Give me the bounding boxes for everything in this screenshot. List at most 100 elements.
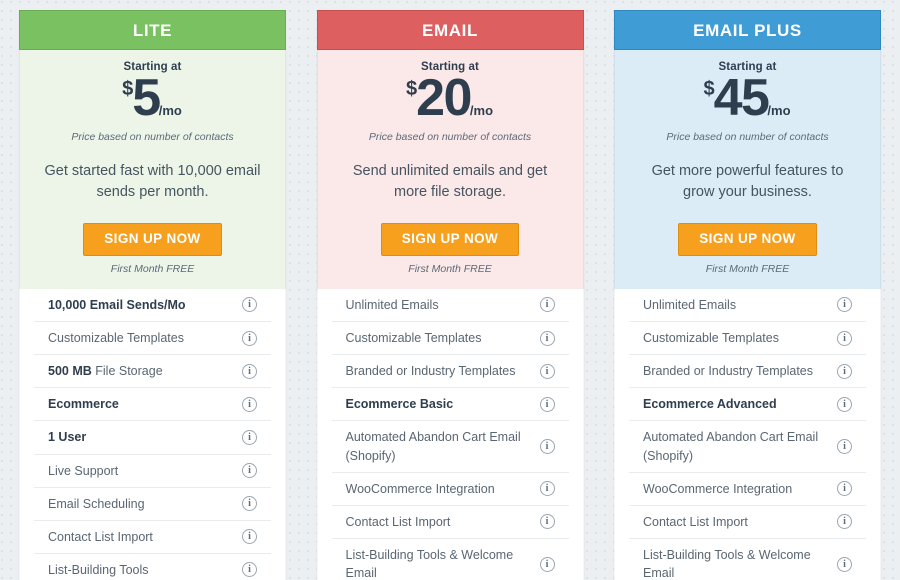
sign-up-button[interactable]: SIGN UP NOW — [678, 223, 817, 256]
info-icon[interactable]: i — [837, 439, 852, 454]
feature-label-emphasis: Ecommerce Advanced — [643, 397, 777, 412]
price-note: Price based on number of contacts — [666, 131, 829, 143]
feature-row: Unlimited Emails i — [629, 289, 866, 322]
info-icon[interactable]: i — [539, 556, 555, 572]
feature-label-text: Automated Abandon Cart Email (Shopify) — [345, 430, 521, 463]
plan-header: LITE — [19, 10, 286, 50]
feature-label-text: Contact List Import — [345, 514, 451, 529]
price-amount: 20 — [416, 69, 472, 127]
info-icon[interactable]: i — [242, 496, 257, 512]
feature-row: Branded or Industry Templates i — [331, 355, 569, 389]
info-icon[interactable]: i — [242, 297, 257, 313]
feature-row: Automated Abandon Cart Email (Shopify) i — [331, 421, 569, 473]
feature-label: Customizable Templates — [48, 329, 194, 347]
feature-label-emphasis: Ecommerce Basic — [345, 397, 454, 412]
info-icon[interactable]: i — [242, 396, 257, 412]
info-icon[interactable]: i — [837, 396, 852, 412]
feature-row: Ecommerce Advanced i — [629, 388, 866, 422]
currency-symbol: $ — [405, 78, 417, 100]
info-icon[interactable]: i — [539, 297, 555, 313]
price: $45/mo — [629, 72, 866, 124]
info-icon[interactable]: i — [539, 330, 555, 346]
feature-label: Customizable Templates — [643, 329, 789, 347]
feature-label: Automated Abandon Cart Email (Shopify) — [643, 428, 837, 464]
info-icon[interactable]: i — [242, 330, 257, 346]
feature-label-text: Contact List Import — [48, 529, 153, 544]
first-month-free-note: First Month FREE — [110, 262, 195, 275]
feature-label-text: WooCommerce Integration — [643, 481, 793, 496]
info-icon[interactable]: i — [837, 514, 852, 530]
feature-row: Email Scheduling i — [34, 488, 271, 521]
price-note: Price based on number of contacts — [71, 131, 234, 143]
sign-up-button[interactable]: SIGN UP NOW — [83, 223, 222, 256]
feature-label-text: Unlimited Emails — [643, 297, 737, 312]
feature-label: Ecommerce Basic — [346, 395, 464, 413]
feature-row: 1 User i — [34, 421, 271, 455]
info-icon[interactable]: i — [539, 439, 555, 454]
feature-row: List-Building Tools & Welcome Email i — [629, 539, 866, 580]
feature-label-text: Automated Abandon Cart Email (Shopify) — [643, 430, 819, 463]
feature-label-text: List-Building Tools & Welcome Email — [643, 547, 811, 580]
info-icon[interactable]: i — [242, 529, 257, 545]
feature-label-text: Branded or Industry Templates — [643, 364, 814, 379]
info-icon[interactable]: i — [837, 330, 852, 346]
feature-row: Contact List Import i — [331, 506, 569, 539]
plan-card: EMAIL Starting at $20/mo Price based on num… — [316, 10, 584, 580]
sign-up-button[interactable]: SIGN UP NOW — [380, 223, 520, 256]
feature-row: WooCommerce Integration i — [629, 473, 866, 506]
info-icon[interactable]: i — [242, 463, 257, 479]
feature-label: Automated Abandon Cart Email (Shopify) — [346, 428, 540, 464]
feature-label-text: WooCommerce Integration — [345, 481, 495, 496]
feature-label: Branded or Industry Templates — [643, 362, 823, 380]
price-period: /mo — [469, 103, 494, 118]
info-icon[interactable]: i — [539, 396, 555, 412]
first-month-free-note: First Month FREE — [705, 262, 790, 275]
feature-label: List-Building Tools — [48, 561, 159, 579]
info-icon[interactable]: i — [837, 556, 852, 572]
feature-list: Unlimited Emails i Customizable Templates i… — [316, 288, 584, 580]
info-icon[interactable]: i — [539, 363, 555, 379]
feature-label-text: Customizable Templates — [345, 331, 482, 345]
info-icon[interactable]: i — [242, 429, 257, 445]
feature-label-text: Unlimited Emails — [345, 297, 439, 312]
feature-label: WooCommerce Integration — [346, 480, 505, 498]
info-icon[interactable]: i — [242, 363, 257, 379]
feature-row: Ecommerce Basic i — [331, 388, 569, 422]
info-icon[interactable]: i — [837, 481, 852, 497]
feature-label: Ecommerce — [48, 395, 129, 413]
feature-label: Contact List Import — [48, 528, 163, 546]
plan-summary: Starting at $45/mo Price based on number o… — [614, 50, 881, 289]
price: $20/mo — [332, 72, 569, 124]
feature-label: 1 User — [48, 428, 96, 446]
feature-label: 10,000 Email Sends/Mo — [48, 296, 196, 314]
feature-row: 500 MB File Storage i — [34, 355, 271, 389]
plan-description: Get more powerful features to grow your … — [651, 163, 844, 201]
plan-header: EMAIL PLUS — [614, 10, 881, 50]
plan-description: Send unlimited emails and get more file … — [352, 163, 548, 201]
feature-row: List-Building Tools i — [34, 554, 271, 580]
feature-label: List-Building Tools & Welcome Email — [643, 546, 837, 580]
price-amount: 5 — [132, 69, 161, 127]
feature-row: Customizable Templates i — [331, 322, 569, 356]
feature-row: Automated Abandon Cart Email (Shopify) i — [629, 421, 866, 473]
feature-row: Live Support i — [34, 455, 271, 488]
currency-symbol: $ — [703, 78, 714, 100]
info-icon[interactable]: i — [837, 363, 852, 379]
price-amount: 45 — [713, 69, 770, 127]
feature-list: Unlimited Emails i Customizable Templates i… — [614, 288, 881, 580]
feature-label: Ecommerce Advanced — [643, 395, 787, 413]
plan-description: Get started fast with 10,000 email sends… — [44, 163, 261, 201]
feature-label-text: Live Support — [48, 463, 119, 478]
feature-label-emphasis: Ecommerce — [48, 397, 119, 412]
feature-label-text: Customizable Templates — [643, 331, 779, 345]
info-icon[interactable]: i — [539, 481, 555, 497]
feature-label-text: Contact List Import — [643, 514, 748, 529]
feature-row: Customizable Templates i — [629, 322, 866, 356]
feature-label: 500 MB File Storage — [48, 362, 173, 380]
info-icon[interactable]: i — [837, 297, 852, 313]
feature-row: Unlimited Emails i — [331, 289, 569, 322]
feature-label: Unlimited Emails — [346, 296, 449, 314]
info-icon[interactable]: i — [539, 514, 555, 530]
feature-label: Email Scheduling — [48, 495, 155, 513]
info-icon[interactable]: i — [242, 562, 257, 578]
